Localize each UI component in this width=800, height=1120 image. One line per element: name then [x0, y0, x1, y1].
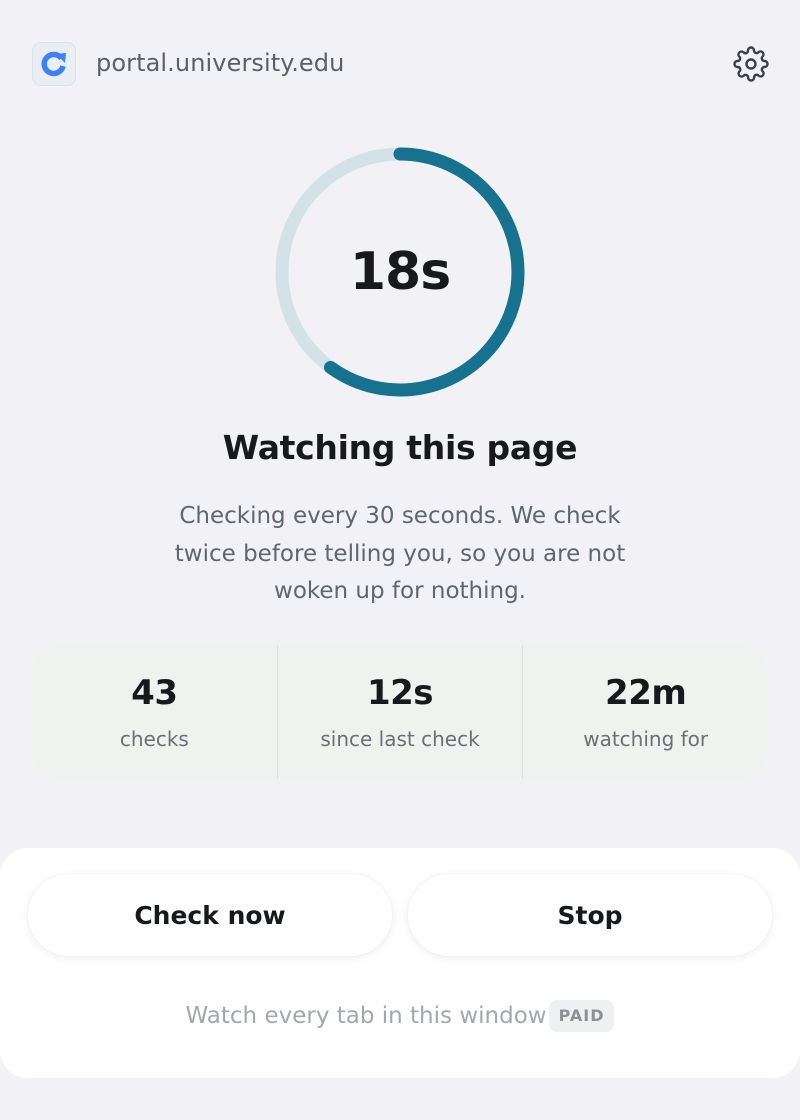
header: portal.university.edu — [0, 0, 800, 130]
status-title: Watching this page — [222, 428, 578, 467]
upsell-text: Watch every tab in this window — [185, 1003, 547, 1029]
stat-watching-for: 22m watching for — [522, 645, 768, 779]
stop-button[interactable]: Stop — [408, 874, 772, 956]
stats-card: 43 checks 12s since last check 22m watch… — [32, 645, 768, 779]
stat-checks: 43 checks — [32, 645, 277, 779]
paid-badge: PAID — [548, 1000, 615, 1032]
stat-label: checks — [119, 727, 189, 751]
settings-button[interactable] — [730, 43, 772, 85]
site-domain: portal.university.edu — [96, 49, 345, 77]
countdown-value: 18s — [349, 242, 451, 302]
stat-label: watching for — [583, 727, 709, 751]
site-favicon — [32, 42, 76, 86]
countdown-ring: 18s — [270, 142, 530, 402]
refresh-arrow-icon — [41, 51, 66, 77]
stat-value: 22m — [605, 673, 687, 713]
action-panel: Check now Stop Watch every tab in this w… — [0, 848, 800, 1078]
stat-label: since last check — [320, 727, 480, 751]
check-now-button[interactable]: Check now — [28, 874, 392, 956]
status-description: Checking every 30 seconds. We check twic… — [174, 503, 626, 604]
gear-icon — [733, 46, 769, 82]
stat-value: 12s — [366, 673, 434, 713]
stat-value: 43 — [131, 673, 178, 713]
stat-since-last-check: 12s since last check — [276, 645, 523, 779]
watch-all-tabs-link[interactable]: Watch every tab in this window PAID — [0, 998, 800, 1034]
